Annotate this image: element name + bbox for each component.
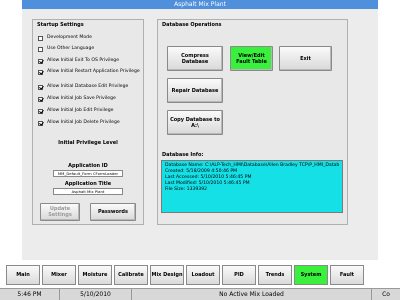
window-title-bar: Asphalt Mix Plant [22,0,378,9]
status-date: 5/10/2010 [60,289,132,300]
checkbox-icon[interactable] [38,46,43,52]
option-database-edit[interactable]: Allow Initial Database Edit Privilege [38,84,140,90]
option-label: Allow Initial Exit To OS Privilege [47,58,120,63]
startup-settings-panel: Startup Settings Development Mode Use Ot… [32,19,144,225]
checkbox-checked-icon[interactable] [38,120,43,126]
option-exit-to-os[interactable]: Allow Initial Exit To OS Privilege [38,58,140,64]
option-label: Use Other Language [47,46,95,51]
nav-moisture-button[interactable]: Moisture [78,265,112,285]
nav-mixer-button[interactable]: Mixer [42,265,76,285]
repair-database-button[interactable]: Repair Database [167,78,223,103]
checkbox-checked-icon[interactable] [38,69,43,75]
checkbox-checked-icon[interactable] [38,108,43,114]
nav-trends-button[interactable]: Trends [258,265,292,285]
option-label: Allow Initial Job Delete Privilege [47,120,120,125]
system-screen: Startup Settings Development Mode Use Ot… [22,9,378,260]
option-label: Development Mode [47,35,92,40]
database-info-title: Database Info: [162,152,204,158]
application-id-label: Application ID [68,163,108,169]
status-time: 5:46 PM [0,289,60,300]
option-use-other-language[interactable]: Use Other Language [38,46,140,52]
option-job-save[interactable]: Allow Initial Job Save Privilege [38,96,140,102]
option-label: Allow Initial Job Edit Privilege [47,108,114,113]
application-title-field[interactable]: Asphalt Mix Plant [53,188,123,195]
option-label: Allow Initial Database Edit Privilege [47,84,129,89]
application-id-field[interactable]: MM_Default_Form CFormLoader [53,170,123,177]
nav-system-button[interactable]: System [294,265,328,285]
checkbox-checked-icon[interactable] [38,58,43,64]
option-development-mode[interactable]: Development Mode [38,35,140,41]
compress-database-button[interactable]: Compress Database [167,46,223,71]
nav-loadout-button[interactable]: Loadout [186,265,220,285]
nav-fault-button[interactable]: Fault [330,265,364,285]
status-bar: 5:46 PM 5/10/2010 No Active Mix Loaded C… [0,288,400,300]
copy-database-button[interactable]: Copy Database to A:\ [167,110,223,135]
nav-calibrate-button[interactable]: Calibrate [114,265,148,285]
database-operations-title: Database Operations [162,22,222,28]
database-operations-panel: Database Operations Compress Database Vi… [157,19,348,225]
startup-settings-title: Startup Settings [37,22,84,28]
checkbox-checked-icon[interactable] [38,96,43,102]
nav-main-button[interactable]: Main [6,265,40,285]
database-info-line: File Size: 1339392 [165,187,208,192]
nav-pid-button[interactable]: PID [222,265,256,285]
update-settings-button[interactable]: Update Settings [40,203,80,221]
status-active-mix: No Active Mix Loaded [132,289,372,300]
option-job-delete[interactable]: Allow Initial Job Delete Privilege [38,120,140,126]
exit-button[interactable]: Exit [279,46,332,71]
application-title-label: Application Title [64,181,112,187]
privilege-level-label: Initial Privilege Level [58,140,118,146]
status-extra: Co [382,291,390,298]
checkbox-checked-icon[interactable] [38,84,43,90]
nav-mix-design-button[interactable]: Mix Design [150,265,184,285]
checkbox-icon[interactable] [38,35,43,41]
option-restart-application[interactable]: Allow Initial Restart Application Privil… [38,69,140,75]
passwords-button[interactable]: Passwords [90,203,136,221]
option-job-edit[interactable]: Allow Initial Job Edit Privilege [38,108,140,114]
view-edit-fault-table-button[interactable]: View/Edit Fault Table [230,46,273,71]
database-info-box: Database Name: C:\ALP-Tech_HMI\Database\… [161,160,343,213]
option-label: Allow Initial Restart Application Privil… [47,69,140,74]
window-title: Asphalt Mix Plant [174,1,226,8]
option-label: Allow Initial Job Save Privilege [47,96,116,101]
